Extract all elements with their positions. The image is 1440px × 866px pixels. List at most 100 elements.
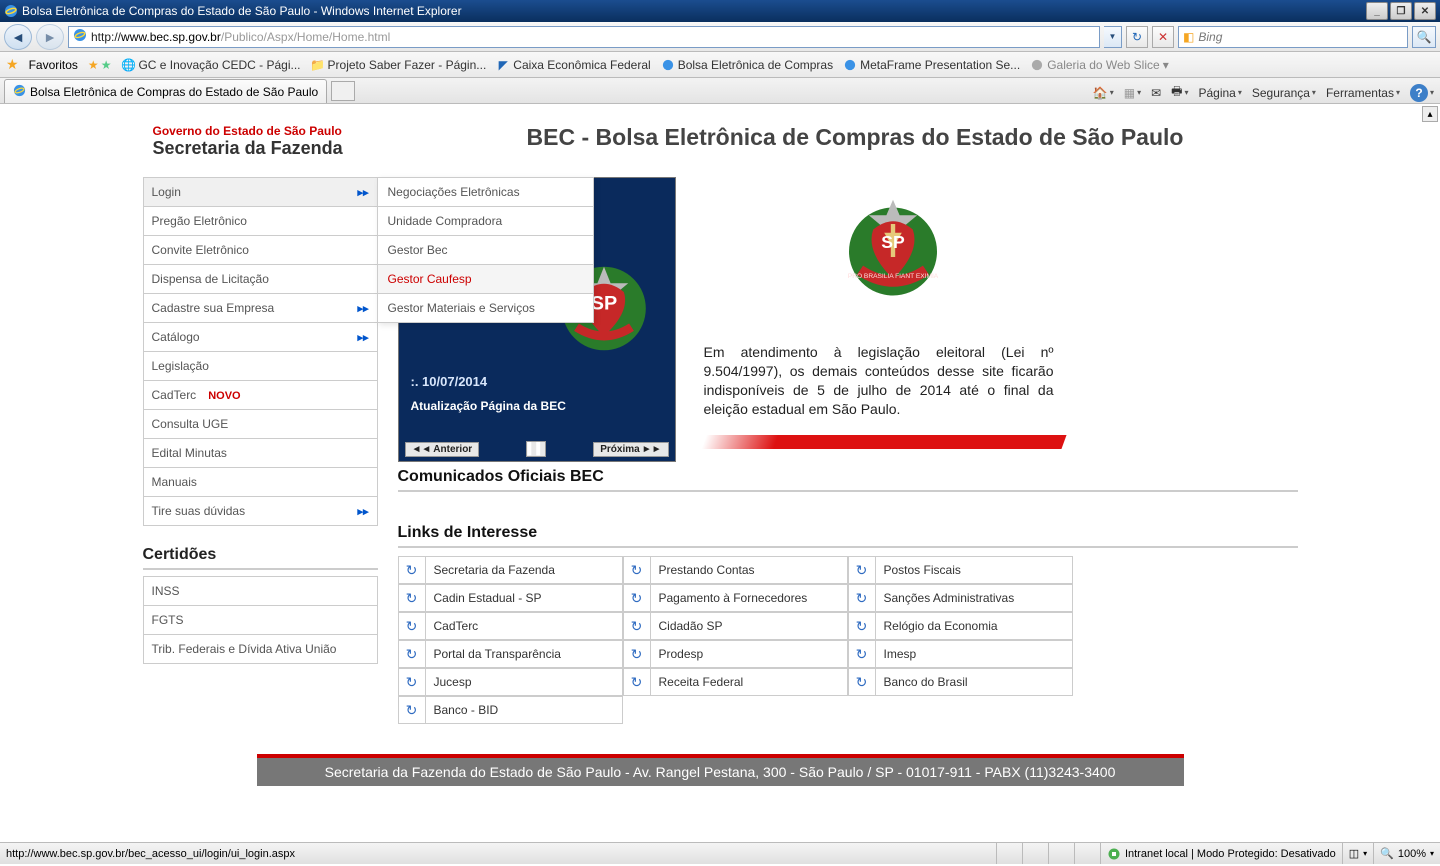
link-label: CadTerc [426, 612, 623, 640]
fav-item-4[interactable]: MetaFrame Presentation Se... [843, 58, 1020, 72]
scroll-up-button[interactable]: ▴ [1422, 106, 1438, 122]
svg-text:PRO BRASILIA FIANT EXIMIA: PRO BRASILIA FIANT EXIMIA [847, 273, 938, 280]
address-dropdown[interactable]: ▼ [1104, 26, 1122, 48]
menu-item-tire-suas-d-vidas[interactable]: Tire suas dúvidas▸▸ [144, 497, 377, 525]
cert-item-inss[interactable]: INSS [144, 577, 377, 606]
menu-item-consulta-uge[interactable]: Consulta UGE [144, 410, 377, 439]
ie-small-icon [1030, 58, 1044, 72]
zone-icon [1107, 847, 1121, 861]
link-cadin-estadual-sp[interactable]: ↻Cadin Estadual - SP [398, 584, 623, 612]
forward-button[interactable]: ► [36, 24, 64, 50]
menu-item-convite-eletr-nico[interactable]: Convite Eletrônico [144, 236, 377, 265]
globe-icon: 🌐 [121, 58, 135, 72]
fav-item-2[interactable]: ◤Caixa Econômica Federal [496, 58, 650, 72]
back-button[interactable]: ◄ [4, 24, 32, 50]
link-pagamento-fornecedores[interactable]: ↻Pagamento à Fornecedores [623, 584, 848, 612]
ie-small-icon [843, 58, 857, 72]
search-box[interactable]: ◧ Bing [1178, 26, 1408, 48]
link-banco-do-brasil[interactable]: ↻Banco do Brasil [848, 668, 1073, 696]
refresh-icon: ↻ [398, 556, 426, 584]
tab-bar: Bolsa Eletrônica de Compras do Estado de… [0, 78, 1440, 104]
sp-emblem: SP PRO BRASILIA FIANT EXIMIA [828, 181, 958, 311]
link-jucesp[interactable]: ↻Jucesp [398, 668, 623, 696]
minimize-button[interactable]: _ [1366, 2, 1388, 20]
refresh-icon: ↻ [623, 584, 651, 612]
menu-item-login[interactable]: Login▸▸ [144, 178, 377, 207]
address-bar[interactable]: http://www.bec.sp.gov.br/Publico/Aspx/Ho… [68, 26, 1100, 48]
status-protected-mode-icon[interactable]: ◫▾ [1342, 843, 1373, 864]
submenu-item-gestor-bec[interactable]: Gestor Bec [378, 236, 593, 265]
cert-item-fgts[interactable]: FGTS [144, 606, 377, 635]
link-secretaria-da-fazenda[interactable]: ↻Secretaria da Fazenda [398, 556, 623, 584]
link-receita-federal[interactable]: ↻Receita Federal [623, 668, 848, 696]
submenu-item-negocia-es-eletr-nicas[interactable]: Negociações Eletrônicas [378, 178, 593, 207]
link-san-es-administrativas[interactable]: ↻Sanções Administrativas [848, 584, 1073, 612]
link-label: Receita Federal [651, 668, 848, 696]
news-next-button[interactable]: Próxima ►► [593, 442, 668, 457]
refresh-button[interactable]: ↻ [1126, 26, 1148, 48]
certidoes-heading: Certidões [143, 546, 378, 570]
links-grid: ↻Secretaria da Fazenda↻Prestando Contas↻… [398, 556, 1298, 724]
link-rel-gio-da-economia[interactable]: ↻Relógio da Economia [848, 612, 1073, 640]
print-icon[interactable]: 🖶▾ [1171, 82, 1188, 103]
zoom-level[interactable]: 🔍 100% ▾ [1373, 843, 1440, 864]
search-button[interactable]: 🔍 [1412, 26, 1436, 48]
link-label: Jucesp [426, 668, 623, 696]
menu-item-manuais[interactable]: Manuais [144, 468, 377, 497]
menu-item-preg-o-eletr-nico[interactable]: Pregão Eletrônico [144, 207, 377, 236]
tools-menu[interactable]: Ferramentas ▾ [1326, 86, 1400, 100]
window-title: Bolsa Eletrônica de Compras do Estado de… [22, 4, 462, 18]
new-tab-button[interactable] [331, 81, 355, 101]
refresh-icon: ↻ [848, 556, 876, 584]
link-cidad-o-sp[interactable]: ↻Cidadão SP [623, 612, 848, 640]
svg-text:SP: SP [881, 232, 905, 252]
refresh-icon: ↻ [398, 668, 426, 696]
link-postos-fiscais[interactable]: ↻Postos Fiscais [848, 556, 1073, 584]
link-label: Pagamento à Fornecedores [651, 584, 848, 612]
news-pause-button[interactable]: ▌▌ [526, 441, 546, 457]
arrow-right-icon: ▸▸ [357, 505, 368, 518]
fav-item-5[interactable]: Galeria do Web Slice ▾ [1030, 58, 1169, 72]
cert-item-trib-federais-e-d-vida-ativa-uni-o[interactable]: Trib. Federais e Dívida Ativa União [144, 635, 377, 663]
link-prodesp[interactable]: ↻Prodesp [623, 640, 848, 668]
address-text: http://www.bec.sp.gov.br/Publico/Aspx/Ho… [91, 30, 1095, 44]
link-portal-da-transpar-ncia[interactable]: ↻Portal da Transparência [398, 640, 623, 668]
favorites-add-icon[interactable]: ★★ [88, 58, 112, 72]
menu-item-legisla-o[interactable]: Legislação [144, 352, 377, 381]
menu-item-cat-logo[interactable]: Catálogo▸▸ [144, 323, 377, 352]
refresh-icon: ↻ [398, 696, 426, 724]
feeds-icon[interactable]: ▦▾ [1124, 86, 1141, 100]
news-date: :. 10/07/2014 [411, 374, 488, 389]
tab-tools: 🏠▾ ▦▾ ✉ 🖶▾ Página ▾ Segurança ▾ Ferramen… [1087, 82, 1440, 103]
help-button[interactable]: ?▾ [1410, 84, 1434, 102]
maximize-button[interactable]: ❐ [1390, 2, 1412, 20]
submenu-item-gestor-materiais-e-servi-os[interactable]: Gestor Materiais e Serviços [378, 294, 593, 322]
favorites-bar: ★ Favoritos ★★ 🌐GC e Inovação CEDC - Pág… [0, 52, 1440, 78]
safety-menu[interactable]: Segurança ▾ [1252, 86, 1316, 100]
submenu-item-gestor-caufesp[interactable]: Gestor Caufesp [378, 265, 593, 294]
link-cadterc[interactable]: ↻CadTerc [398, 612, 623, 640]
link-banco-bid[interactable]: ↻Banco - BID [398, 696, 623, 724]
submenu-item-unidade-compradora[interactable]: Unidade Compradora [378, 207, 593, 236]
menu-item-cadterc[interactable]: CadTercNOVO [144, 381, 377, 410]
menu-item-edital-minutas[interactable]: Edital Minutas [144, 439, 377, 468]
fav-item-3[interactable]: Bolsa Eletrônica de Compras [661, 58, 833, 72]
close-button[interactable]: ✕ [1414, 2, 1436, 20]
read-mail-icon[interactable]: ✉ [1151, 86, 1161, 100]
refresh-icon: ↻ [398, 640, 426, 668]
menu-item-cadastre-sua-empresa[interactable]: Cadastre sua Empresa▸▸ [144, 294, 377, 323]
page-menu[interactable]: Página ▾ [1198, 86, 1241, 100]
browser-tab[interactable]: Bolsa Eletrônica de Compras do Estado de… [4, 79, 327, 103]
refresh-icon: ↻ [848, 640, 876, 668]
favorites-label[interactable]: Favoritos [29, 58, 78, 72]
info-paragraph: Em atendimento à legislação eleitoral (L… [704, 343, 1054, 419]
favorites-star-icon[interactable]: ★ [6, 56, 19, 73]
fav-item-0[interactable]: 🌐GC e Inovação CEDC - Pági... [121, 58, 300, 72]
link-imesp[interactable]: ↻Imesp [848, 640, 1073, 668]
link-prestando-contas[interactable]: ↻Prestando Contas [623, 556, 848, 584]
menu-item-dispensa-de-licita-o[interactable]: Dispensa de Licitação [144, 265, 377, 294]
news-prev-button[interactable]: ◄◄ Anterior [405, 442, 480, 457]
stop-button[interactable]: ✕ [1152, 26, 1174, 48]
fav-item-1[interactable]: 📁Projeto Saber Fazer - Págin... [311, 58, 487, 72]
home-icon[interactable]: 🏠▾ [1093, 86, 1114, 100]
